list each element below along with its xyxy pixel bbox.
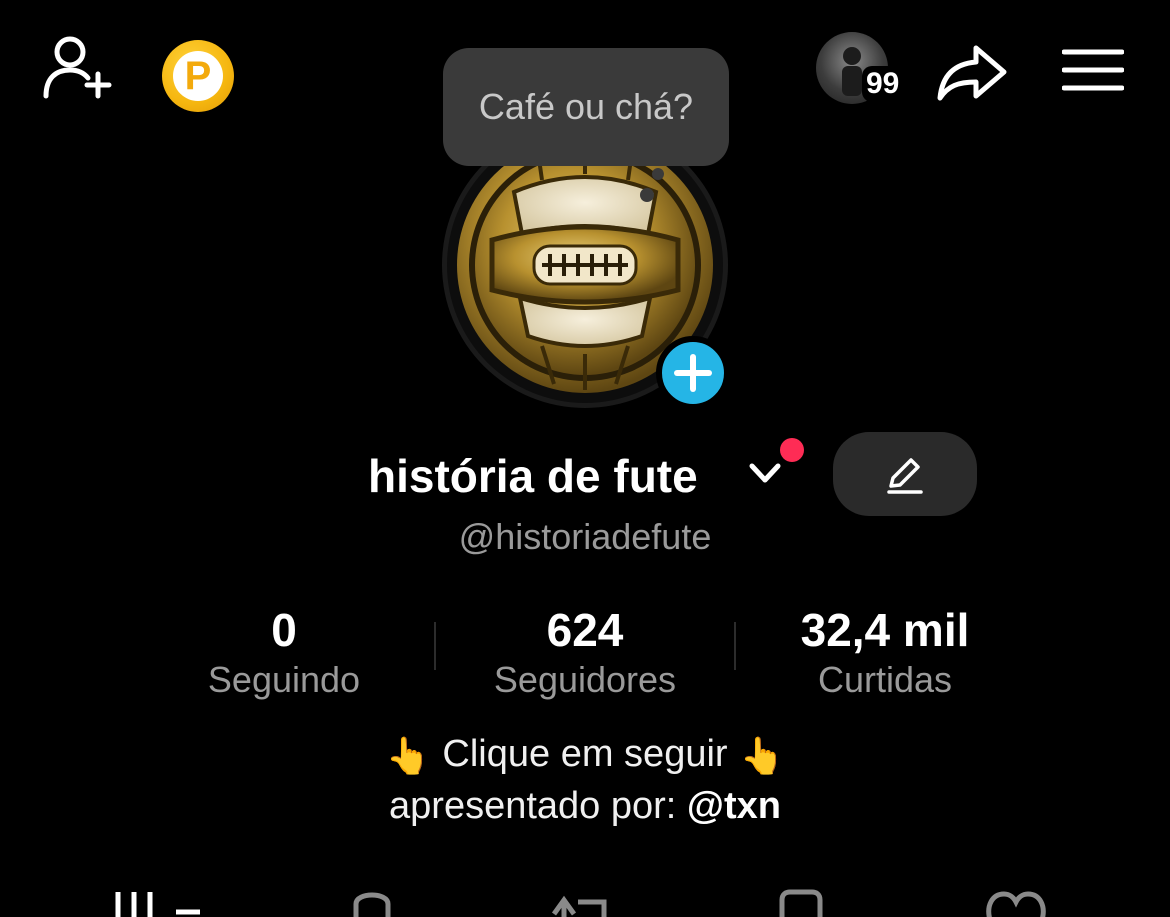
pointing-up-emoji: 👆 (739, 735, 785, 776)
pencil-icon (887, 458, 923, 494)
coin-icon[interactable]: P (162, 40, 234, 112)
profile-screen: P 99 Café ou chá? história de fute @hist… (0, 0, 1170, 917)
status-tooltip[interactable]: Café ou chá? (443, 48, 729, 166)
bookmark-tab-icon[interactable] (776, 880, 826, 917)
bio-prefix: apresentado por: (389, 785, 687, 827)
stat-value: 32,4 mil (800, 604, 970, 656)
profile-name[interactable]: história de fute (368, 448, 698, 504)
stat-value: 624 (546, 604, 624, 656)
plus-icon (674, 354, 712, 392)
tooltip-tail (652, 168, 664, 180)
stat-value: 0 (271, 604, 297, 656)
profile-handle: @historiadefute (458, 516, 712, 557)
notification-dot (780, 438, 804, 462)
stat-label: Seguidores (493, 659, 677, 700)
grid-tab-icon[interactable] (112, 880, 204, 917)
bio-line-2: apresentado por: @txn (0, 782, 1170, 830)
heart-tab-icon[interactable] (984, 880, 1048, 917)
repost-tab-icon[interactable] (548, 880, 612, 917)
bio-text: Clique em seguir (442, 733, 728, 775)
bio-mention-link[interactable]: @txn (687, 785, 781, 827)
stat-following[interactable]: 0 Seguindo (134, 602, 434, 702)
bio-line-1: 👆 Clique em seguir 👆 (0, 730, 1170, 780)
stat-likes[interactable]: 32,4 mil Curtidas (735, 602, 1035, 702)
coin-letter: P (173, 51, 223, 101)
edit-profile-button[interactable] (833, 432, 977, 516)
tooltip-tail-dot (640, 188, 654, 202)
lock-tab-icon[interactable] (344, 880, 400, 917)
stat-label: Curtidas (817, 659, 953, 700)
stat-followers[interactable]: 624 Seguidores (435, 602, 735, 702)
share-icon[interactable] (936, 42, 1008, 102)
menu-icon[interactable] (1062, 48, 1124, 92)
stat-label: Seguindo (207, 659, 361, 700)
chevron-down-icon[interactable] (748, 460, 782, 486)
add-user-icon[interactable] (40, 34, 116, 102)
friend-count-badge: 99 (862, 66, 904, 102)
pointing-up-emoji: 👆 (385, 735, 431, 776)
add-story-button[interactable] (656, 336, 730, 410)
tooltip-text: Café ou chá? (478, 86, 694, 127)
